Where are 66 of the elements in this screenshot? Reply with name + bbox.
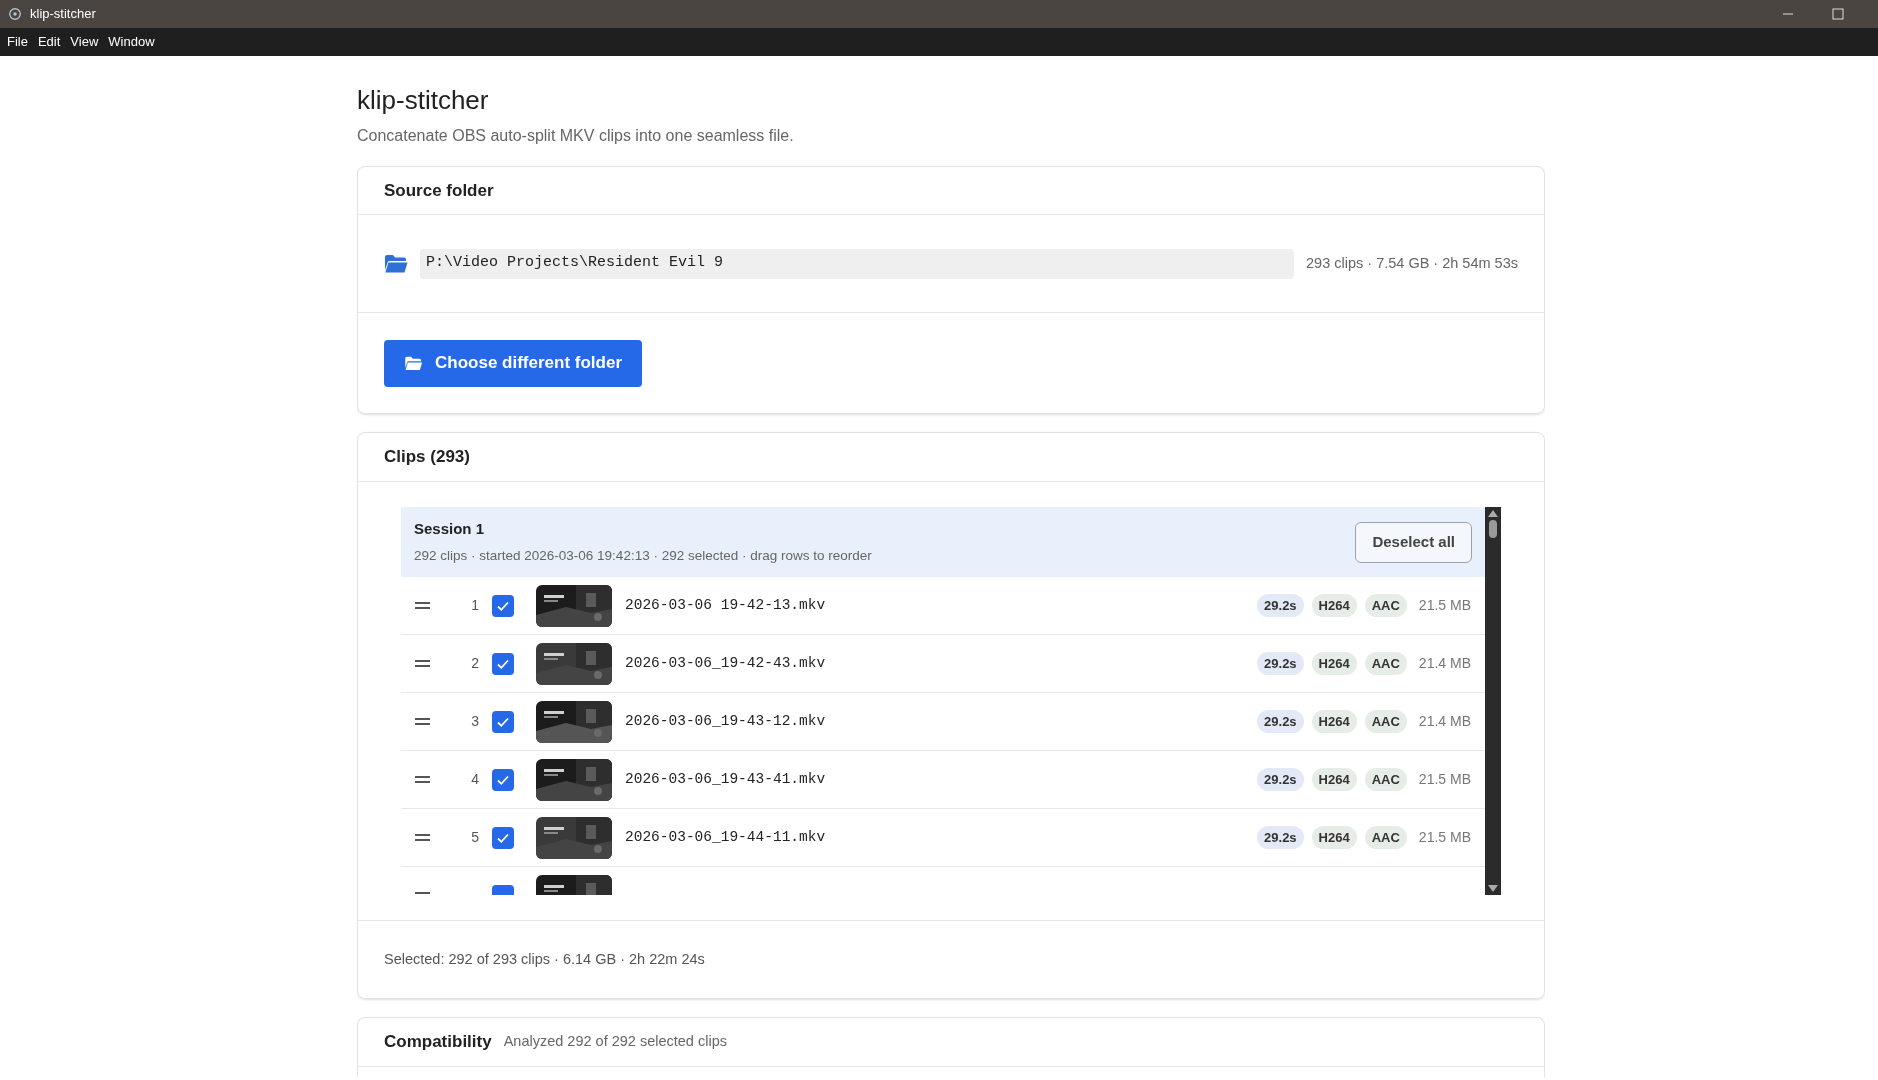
card-title: Source folder [384, 179, 494, 202]
app-icon [8, 7, 22, 21]
clip-checkbox[interactable] [492, 710, 514, 733]
codec-badge: AAC [1364, 593, 1407, 618]
row-number: 1 [470, 596, 479, 615]
clip-checkbox[interactable] [492, 826, 514, 849]
scroll-down-icon[interactable] [1488, 885, 1498, 892]
row-number: 4 [470, 770, 479, 789]
codec-badge: AAC [1364, 825, 1407, 850]
menu-item[interactable]: Window [103, 32, 160, 52]
duration-badge: 29.2s [1257, 767, 1304, 792]
drag-handle-icon[interactable] [415, 660, 430, 667]
menu-item[interactable]: View [65, 32, 104, 52]
compatibility-summary: Analyzed 292 of 292 selected clips [503, 1032, 727, 1052]
clip-filename: 2026-03-06_19-43-12.mkv [625, 711, 827, 731]
clip-checkbox[interactable] [492, 594, 514, 617]
duration-badge: 29.2s [1257, 593, 1304, 618]
row-number: 3 [470, 712, 479, 731]
drag-handle-icon[interactable] [415, 718, 430, 725]
scroll-up-icon[interactable] [1488, 510, 1498, 517]
clip-filename: 2026-03-06 19-42-13.mkv [625, 595, 827, 615]
row-number: 5 [470, 828, 479, 847]
scroll-thumb[interactable] [1489, 520, 1497, 538]
file-size: 21.5 MB [1418, 770, 1471, 789]
duration-badge: 29.2s [1257, 651, 1304, 676]
clip-checkbox[interactable] [492, 768, 514, 791]
codec-badge: H264 [1311, 767, 1357, 792]
folder-icon [384, 253, 408, 274]
file-size: 21.4 MB [1418, 712, 1471, 731]
choose-folder-button[interactable]: Choose different folder [384, 339, 642, 387]
clip-filename: 2026-03-06_19-42-43.mkv [625, 653, 827, 673]
page-title: klip-stitcher [357, 84, 490, 116]
clip-filename: 2026-03-06_19-43-41.mkv [625, 769, 827, 789]
file-size: 21.5 MB [1418, 596, 1471, 615]
folder-icon [404, 355, 423, 371]
duration-badge: 29.2s [1257, 709, 1304, 734]
file-size: 21.4 MB [1418, 654, 1471, 673]
window-title: klip-stitcher [30, 5, 96, 24]
deselect-all-button[interactable]: Deselect all [1355, 521, 1472, 563]
folder-summary: 293 clips · 7.54 GB · 2h 54m 53s [1306, 253, 1518, 273]
row-number: 2 [470, 654, 479, 673]
codec-badge: H264 [1311, 593, 1357, 618]
menu-item[interactable]: File [2, 32, 33, 52]
codec-badge: AAC [1364, 767, 1407, 792]
maximize-icon[interactable] [1832, 8, 1844, 20]
clip-checkbox[interactable] [492, 652, 514, 675]
selection-summary: Selected: 292 of 293 clips · 6.14 GB · 2h 22m 24s [384, 949, 705, 969]
codec-badge: H264 [1311, 825, 1357, 850]
session-title: Session 1 [414, 518, 486, 539]
menu-item[interactable]: Edit [32, 32, 66, 52]
drag-handle-icon[interactable] [415, 776, 430, 783]
duration-badge: 29.2s [1257, 825, 1304, 850]
folder-path-field: P:\Video Projects\Resident Evil 9 [420, 248, 1294, 279]
drag-handle-icon[interactable] [415, 834, 430, 841]
clip-filename: 2026-03-06_19-44-11.mkv [625, 827, 827, 847]
codec-badge: H264 [1311, 651, 1357, 676]
file-size: 21.5 MB [1418, 828, 1471, 847]
codec-badge: AAC [1364, 651, 1407, 676]
scrollbar[interactable] [1485, 507, 1501, 895]
page-subtitle: Concatenate OBS auto-split MKV clips into one seamless file. [357, 126, 795, 146]
card-title: Clips (293) [384, 446, 470, 469]
card-title: Compatibility [384, 1031, 492, 1054]
session-summary: 292 clips · started 2026-03-06 19:42:13 · 292 selected · drag rows to reorder [414, 547, 873, 566]
codec-badge: H264 [1311, 709, 1357, 734]
codec-badge: AAC [1364, 709, 1407, 734]
drag-handle-icon[interactable] [415, 602, 430, 609]
